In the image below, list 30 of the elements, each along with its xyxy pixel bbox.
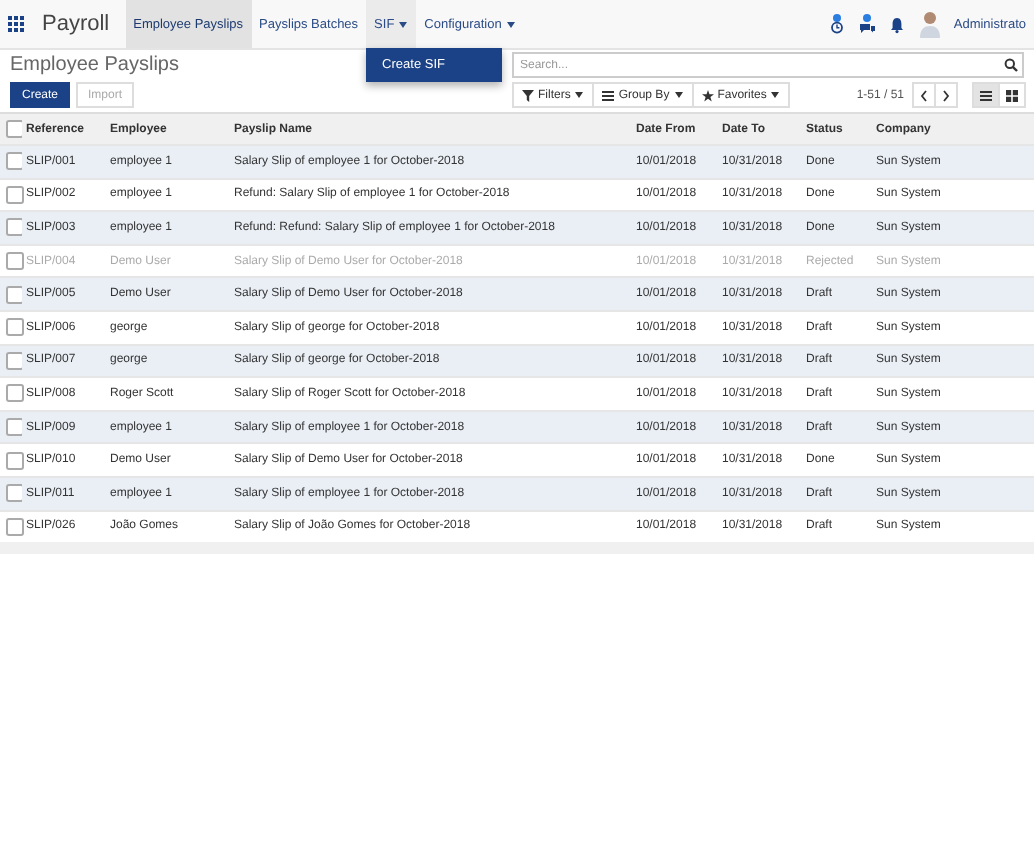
star-icon — [701, 89, 714, 101]
search-icon[interactable] — [1004, 58, 1018, 72]
grid-view-icon — [1006, 89, 1018, 101]
next-button[interactable] — [934, 82, 958, 108]
row-checkbox[interactable] — [6, 252, 24, 271]
filter-icon — [522, 89, 534, 101]
view-switch-button[interactable] — [998, 82, 1026, 108]
view-switch-button[interactable] — [972, 82, 1000, 108]
row-checkbox[interactable] — [6, 384, 24, 403]
chevron-right-icon — [942, 89, 950, 101]
list-icon — [602, 89, 615, 101]
chevron-left-icon — [920, 89, 928, 101]
avatar-icon[interactable] — [917, 10, 942, 38]
apps-grid-icon[interactable] — [8, 16, 24, 32]
caret-icon — [673, 92, 684, 98]
previous-button[interactable] — [912, 82, 936, 108]
caret-icon — [505, 21, 516, 27]
caret-icon — [398, 21, 409, 27]
row-checkbox[interactable] — [6, 517, 24, 536]
caret-icon — [770, 92, 781, 98]
row-checkbox[interactable] — [6, 451, 24, 470]
list-view-icon — [980, 89, 992, 101]
bell-icon[interactable] — [887, 14, 906, 34]
chat-icon[interactable] — [857, 14, 876, 34]
row-checkbox[interactable] — [6, 318, 24, 337]
breadcrumb: Employee Payslips — [10, 54, 179, 76]
app-title: Payroll — [42, 12, 110, 36]
activity-clock-icon[interactable] — [827, 14, 846, 34]
caret-icon — [574, 92, 585, 98]
row-checkbox[interactable] — [6, 185, 24, 204]
